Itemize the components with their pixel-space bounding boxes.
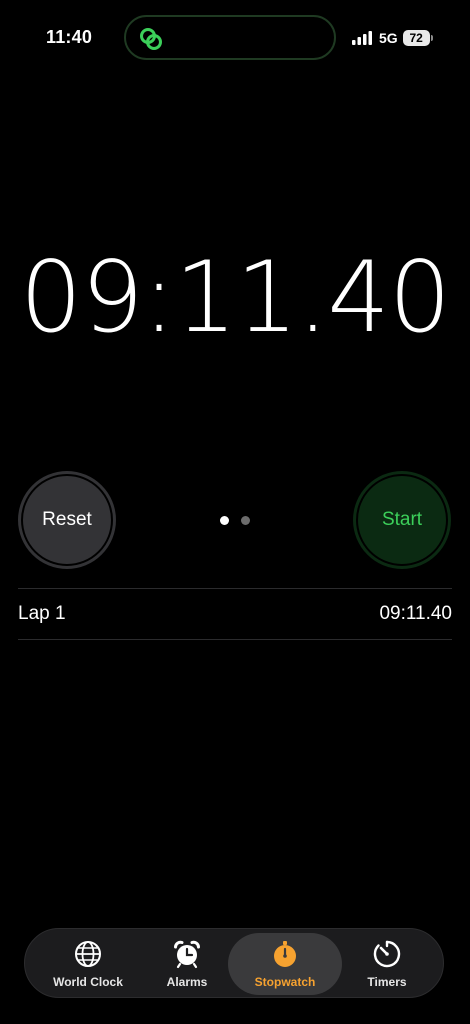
tab-label: Timers — [367, 975, 407, 989]
timer-icon — [373, 940, 401, 968]
stopwatch-icon — [274, 941, 296, 967]
status-time: 11:40 — [46, 27, 93, 47]
alarm-clock-icon — [174, 940, 200, 969]
start-button[interactable]: Start — [353, 471, 451, 569]
dynamic-island[interactable] — [124, 15, 336, 60]
globe-icon — [75, 941, 101, 967]
page-indicator[interactable] — [220, 516, 250, 525]
tab-world-clock[interactable]: World Clock — [39, 929, 137, 999]
stopwatch-time-display: 09:11.40 — [19, 241, 451, 355]
tab-bar: World Clock Alarms Stopwatch Timers — [24, 928, 444, 998]
linked-rings-icon — [140, 28, 162, 50]
network-type: 5G — [379, 30, 398, 46]
page-dot-1[interactable] — [220, 516, 229, 525]
cellular-signal-icon — [352, 31, 372, 45]
tab-alarms[interactable]: Alarms — [145, 929, 229, 999]
tab-label: World Clock — [53, 975, 123, 989]
page-dot-2[interactable] — [241, 516, 250, 525]
lap-label: Lap 1 — [18, 603, 66, 624]
lap-row: Lap 1 09:11.40 — [18, 589, 452, 639]
tab-label: Alarms — [166, 975, 208, 989]
lap-divider-bottom — [18, 639, 452, 640]
tab-label: Stopwatch — [254, 975, 316, 989]
status-indicators: 5G 72 — [352, 28, 433, 48]
battery-indicator: 72 — [402, 30, 433, 46]
reset-button[interactable]: Reset — [18, 471, 116, 569]
tab-stopwatch[interactable]: Stopwatch — [228, 933, 342, 995]
lap-time: 09:11.40 — [379, 603, 452, 624]
tab-timers[interactable]: Timers — [343, 929, 431, 999]
